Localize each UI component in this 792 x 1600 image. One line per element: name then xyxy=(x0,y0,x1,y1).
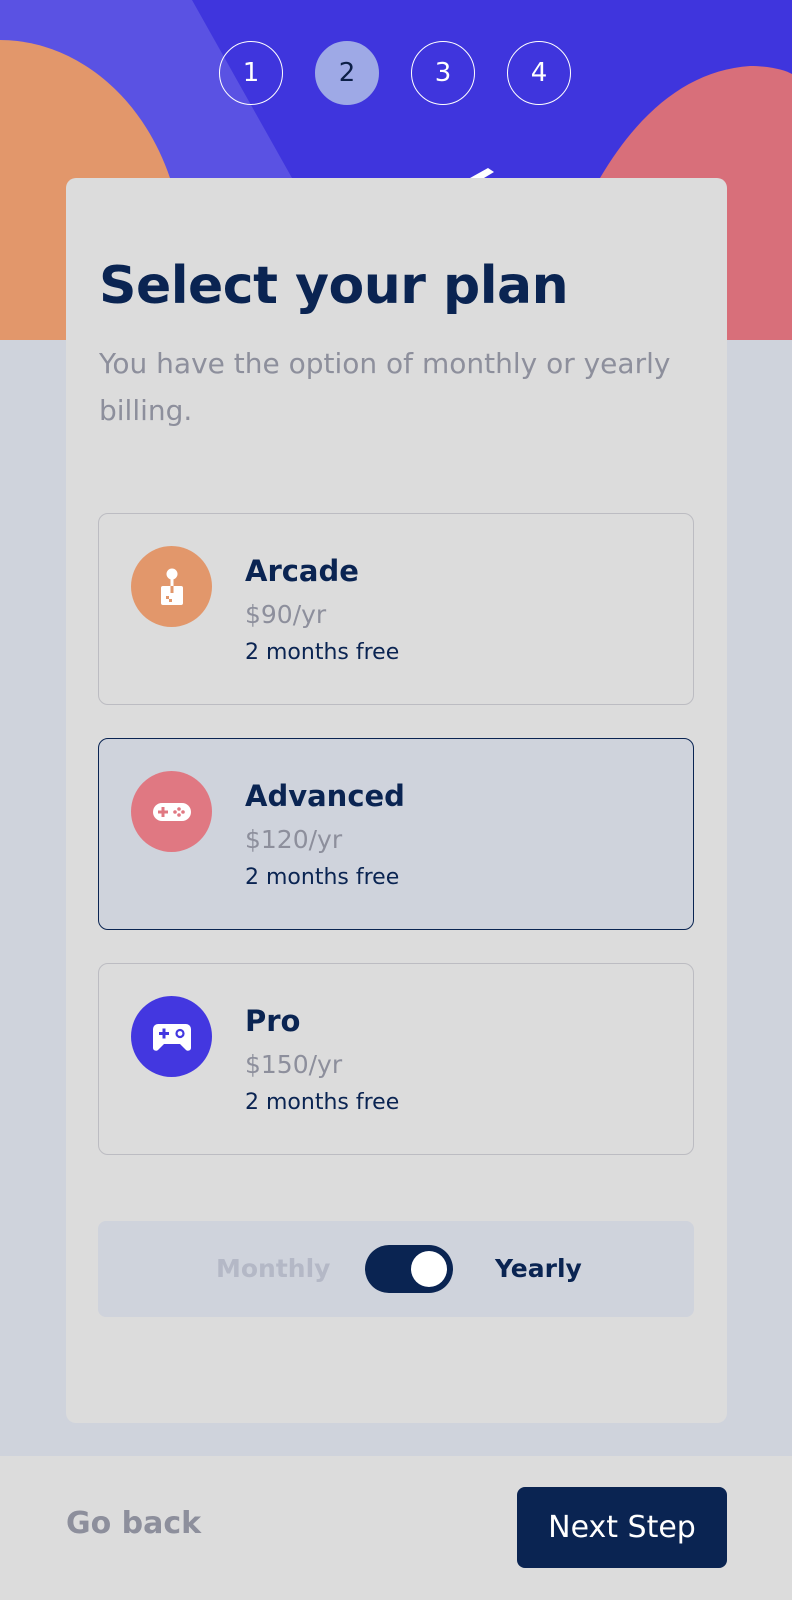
go-back-button[interactable]: Go back xyxy=(66,1506,201,1541)
plan-option-advanced[interactable]: Advanced $120/yr 2 months free xyxy=(98,738,694,930)
next-step-button[interactable]: Next Step xyxy=(517,1487,727,1568)
step-2[interactable]: 2 xyxy=(315,41,379,105)
advanced-gamepad-icon xyxy=(131,771,212,852)
step-3[interactable]: 3 xyxy=(411,41,475,105)
plan-promo: 2 months free xyxy=(245,640,400,665)
arcade-joystick-icon xyxy=(131,546,212,627)
step-1[interactable]: 1 xyxy=(219,41,283,105)
page: 1 2 3 4 Select your plan You have the op… xyxy=(0,0,792,1600)
plan-promo: 2 months free xyxy=(245,1090,400,1115)
page-subtitle: You have the option of monthly or yearly… xyxy=(99,347,671,427)
plan-card: Select your plan You have the option of … xyxy=(66,178,727,1423)
plan-price: $90/yr xyxy=(245,600,327,629)
toggle-knob xyxy=(411,1251,447,1287)
billing-toggle-row: Monthly Yearly xyxy=(98,1221,694,1317)
page-title: Select your plan xyxy=(99,256,569,316)
pro-controller-icon xyxy=(131,996,212,1077)
plan-option-pro[interactable]: Pro $150/yr 2 months free xyxy=(98,963,694,1155)
plan-price: $150/yr xyxy=(245,1050,343,1079)
footer-bar: Go back Next Step xyxy=(0,1456,792,1600)
billing-toggle[interactable] xyxy=(365,1245,453,1293)
plan-option-arcade[interactable]: Arcade $90/yr 2 months free xyxy=(98,513,694,705)
yearly-label[interactable]: Yearly xyxy=(495,1254,582,1283)
step-4[interactable]: 4 xyxy=(507,41,571,105)
plan-price: $120/yr xyxy=(245,825,343,854)
plan-promo: 2 months free xyxy=(245,865,400,890)
plan-name: Arcade xyxy=(245,554,359,588)
monthly-label[interactable]: Monthly xyxy=(216,1254,330,1283)
plan-name: Advanced xyxy=(245,779,405,813)
plan-name: Pro xyxy=(245,1004,301,1038)
step-indicator: 1 2 3 4 xyxy=(219,41,571,105)
